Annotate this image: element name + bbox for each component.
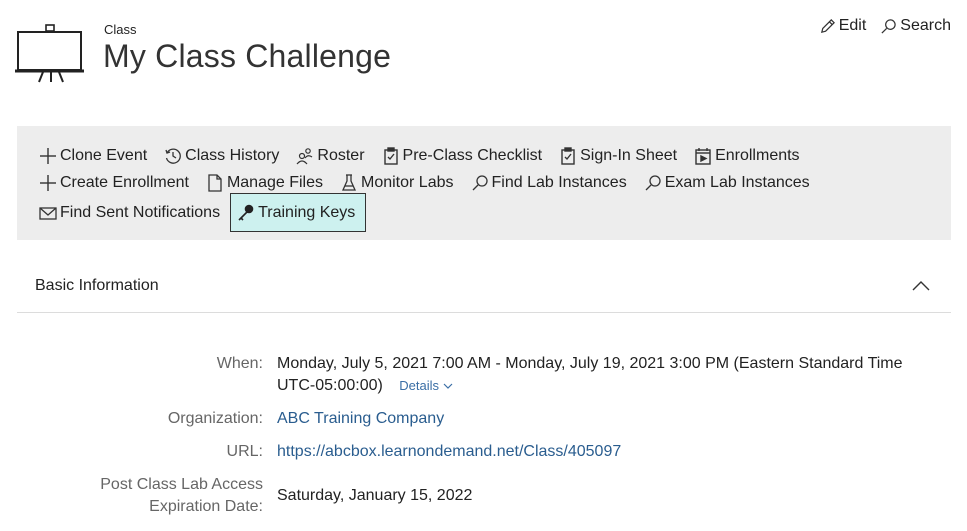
history-icon: [165, 148, 182, 164]
search-button[interactable]: Search: [880, 17, 951, 35]
classroom-board-icon: [15, 24, 84, 83]
post-class-expiration-value: Saturday, January 15, 2022: [277, 487, 473, 504]
class-history-label: Class History: [185, 147, 280, 164]
document-icon: [208, 174, 222, 192]
envelope-icon: [39, 206, 57, 220]
training-keys-label: Training Keys: [258, 203, 356, 221]
calendar-play-icon: [695, 148, 711, 165]
sign-in-sheet-label: Sign-In Sheet: [580, 147, 678, 164]
edit-label: Edit: [838, 17, 867, 34]
post-class-label-line-2: Expiration Date:: [149, 498, 263, 515]
url-link[interactable]: https://abcbox.learnondemand.net/Class/4…: [277, 441, 621, 463]
plus-icon: [40, 175, 56, 191]
flask-icon: [341, 174, 357, 191]
create-enrollment-label: Create Enrollment: [60, 174, 189, 191]
section-title: Basic Information: [35, 277, 159, 294]
search-icon: [881, 18, 897, 34]
edit-button[interactable]: Edit: [819, 17, 867, 35]
page-title: My Class Challenge: [103, 38, 392, 74]
when-value-line-2-row: UTC-05:00:00) Details: [277, 375, 453, 397]
people-icon: [296, 148, 313, 165]
find-sent-notifications-button[interactable]: Find Sent Notifications: [39, 202, 220, 224]
clone-event-label: Clone Event: [60, 147, 148, 164]
training-keys-button[interactable]: Training Keys: [230, 193, 367, 232]
enrollments-button[interactable]: Enrollments: [694, 145, 800, 167]
sign-in-sheet-button[interactable]: Sign-In Sheet: [559, 145, 677, 167]
chevron-up-icon[interactable]: [911, 278, 931, 292]
find-lab-instances-label: Find Lab Instances: [491, 174, 627, 191]
organization-link[interactable]: ABC Training Company: [277, 408, 444, 430]
search-label: Search: [900, 17, 951, 34]
clipboard-check-icon: [561, 147, 575, 165]
search-icon: [645, 175, 661, 191]
find-sent-notifications-label: Find Sent Notifications: [60, 203, 221, 221]
pre-class-checklist-button[interactable]: Pre-Class Checklist: [382, 145, 543, 167]
search-icon: [472, 175, 488, 191]
exam-lab-instances-label: Exam Lab Instances: [664, 174, 810, 191]
when-label: When:: [216, 355, 263, 372]
plus-icon: [40, 148, 56, 164]
details-toggle[interactable]: Details: [399, 378, 453, 393]
toolbar-row-3: Find Sent Notifications Training Keys: [39, 193, 383, 232]
action-toolbar: Clone Event Class History Roster Pre-Cla…: [17, 126, 951, 240]
toolbar-row-2: Create Enrollment Manage Files Monitor L…: [39, 172, 827, 194]
pencil-icon: [820, 18, 835, 33]
roster-label: Roster: [317, 147, 365, 164]
organization-label: Organization:: [167, 410, 263, 427]
when-value-line-2: UTC-05:00:00): [277, 377, 383, 394]
chevron-down-icon: [443, 383, 453, 389]
find-lab-instances-button[interactable]: Find Lab Instances: [471, 172, 627, 194]
toolbar-row-1: Clone Event Class History Roster Pre-Cla…: [39, 145, 817, 167]
clone-event-button[interactable]: Clone Event: [39, 145, 147, 167]
roster-button[interactable]: Roster: [296, 145, 365, 167]
enrollments-label: Enrollments: [715, 147, 800, 164]
post-class-label-line-1: Post Class Lab Access: [100, 476, 263, 493]
basic-information-header[interactable]: Basic Information: [17, 262, 951, 313]
clipboard-check-icon: [383, 147, 398, 165]
details-label: Details: [399, 378, 440, 393]
pre-class-checklist-label: Pre-Class Checklist: [402, 147, 543, 164]
section-label: Class: [104, 22, 137, 37]
create-enrollment-button[interactable]: Create Enrollment: [39, 172, 189, 194]
top-actions: Edit Search: [819, 17, 951, 35]
url-label: URL:: [226, 443, 263, 460]
exam-lab-instances-button[interactable]: Exam Lab Instances: [644, 172, 810, 194]
manage-files-button[interactable]: Manage Files: [206, 172, 323, 194]
class-history-button[interactable]: Class History: [164, 145, 279, 167]
key-icon: [238, 204, 254, 221]
monitor-labs-button[interactable]: Monitor Labs: [340, 172, 454, 194]
manage-files-label: Manage Files: [226, 174, 323, 191]
monitor-labs-label: Monitor Labs: [361, 174, 454, 191]
when-value-line-1: Monday, July 5, 2021 7:00 AM - Monday, J…: [277, 355, 903, 372]
